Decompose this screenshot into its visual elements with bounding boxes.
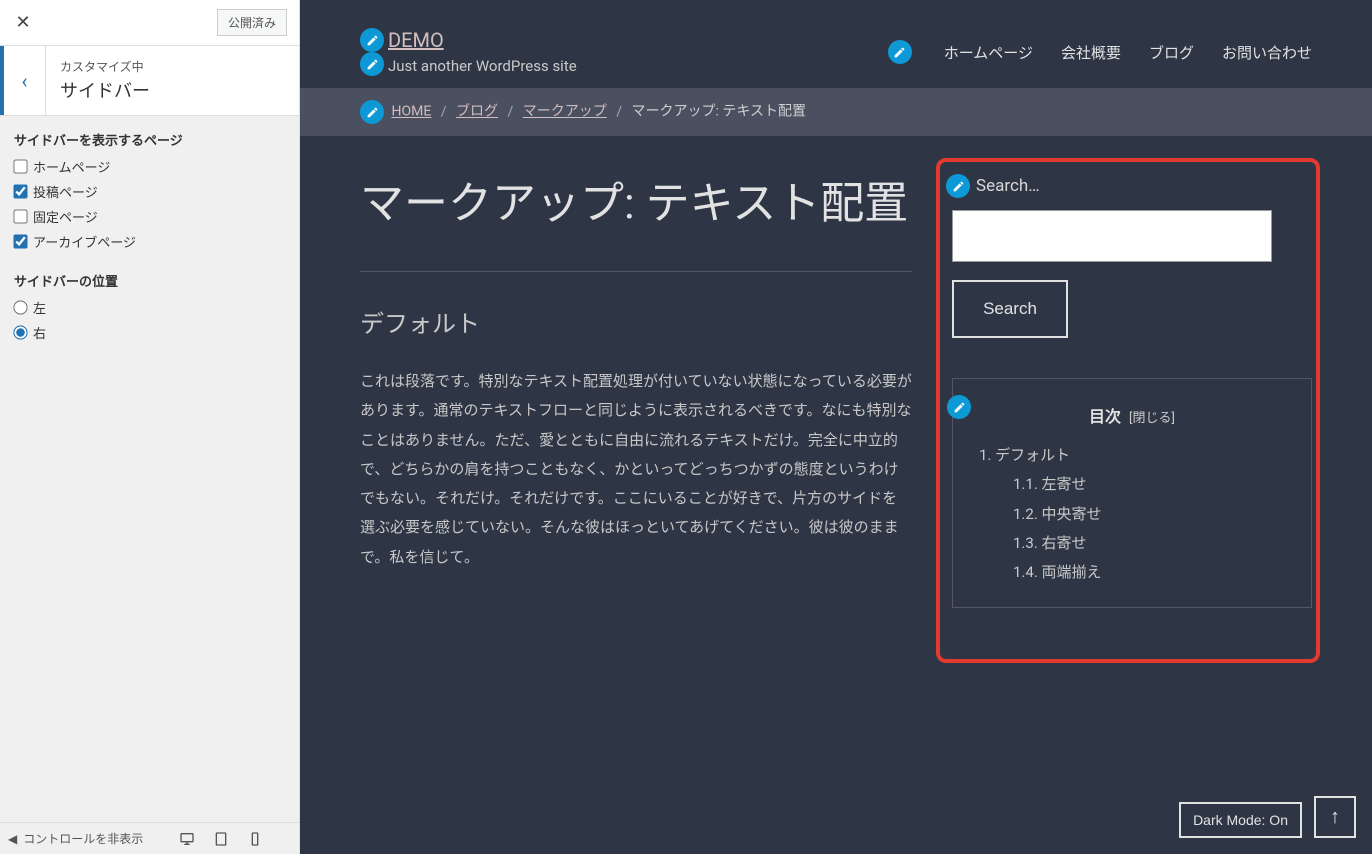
chevron-left-icon: ‹ (21, 69, 27, 93)
toc-item[interactable]: 1.1. 左寄せ (971, 470, 1293, 499)
back-button[interactable]: ‹ (0, 46, 46, 115)
divider (360, 271, 912, 272)
section-subtitle: カスタマイズ中 (60, 58, 285, 75)
pencil-icon (366, 58, 379, 71)
content-area: マークアップ: テキスト配置 デフォルト これは段落です。特別なテキスト配置処理… (300, 136, 1372, 648)
breadcrumb-sep: / (616, 104, 622, 120)
radio-right-input[interactable] (13, 325, 27, 339)
customizer-panel: ✕ 公開済み ‹ カスタマイズ中 サイドバー サイドバーを表示するページ ホーム… (0, 0, 300, 854)
search-button[interactable]: Search (952, 280, 1068, 338)
toc-toggle[interactable]: [閉じる] (1129, 411, 1175, 426)
edit-shortcut-search[interactable] (946, 174, 970, 198)
toc-item[interactable]: 1.4. 両端揃え (971, 558, 1293, 587)
primary-nav: ホームページ 会社概要 ブログ お問い合わせ (888, 40, 1312, 64)
arrow-up-icon: ↑ (1330, 806, 1340, 829)
tablet-icon[interactable] (213, 831, 229, 847)
control-label-position: サイドバーの位置 (14, 271, 285, 290)
nav-blog[interactable]: ブログ (1149, 42, 1194, 63)
radio-left[interactable]: 左 (14, 298, 285, 317)
widget-toc: 目次 [閉じる] 1. デフォルト 1.1. 左寄せ 1.2. 中央寄せ 1.3… (952, 378, 1312, 608)
page-title: マークアップ: テキスト配置 (360, 176, 912, 231)
toc-item[interactable]: 1.2. 中央寄せ (971, 500, 1293, 529)
checkbox-home-label: ホームページ (33, 157, 110, 176)
device-icons (179, 831, 263, 847)
heading-default: デフォルト (360, 304, 912, 339)
widget-search: Search… Search (952, 176, 1312, 338)
site-header: DEMO Just another WordPress site ホームページ … (300, 0, 1372, 88)
edit-shortcut-title[interactable] (360, 28, 384, 52)
main-content: マークアップ: テキスト配置 デフォルト これは段落です。特別なテキスト配置処理… (360, 176, 912, 608)
checkbox-fixed-input[interactable] (13, 209, 27, 223)
checkbox-archive-label: アーカイブページ (33, 232, 136, 251)
checkbox-archive[interactable]: アーカイブページ (14, 232, 285, 251)
hide-controls-label: コントロールを非表示 (23, 830, 143, 847)
search-widget-label: Search… (976, 176, 1040, 196)
breadcrumb-blog[interactable]: ブログ (456, 104, 498, 120)
breadcrumb-home[interactable]: HOME (391, 104, 431, 120)
edit-shortcut-breadcrumb[interactable] (360, 100, 384, 124)
edit-shortcut-tagline[interactable] (360, 52, 384, 76)
customizer-controls: サイドバーを表示するページ ホームページ 投稿ページ 固定ページ アーカイブペー… (0, 116, 299, 376)
customizer-top-bar: ✕ 公開済み (0, 0, 299, 46)
sidebar-widgets: Search… Search 目次 [閉じる] 1. デフォルト 1.1. 左寄… (952, 176, 1312, 608)
pencil-icon (893, 46, 906, 59)
section-title: サイドバー (60, 77, 285, 103)
search-input[interactable] (952, 210, 1272, 262)
breadcrumb-category[interactable]: マークアップ (523, 104, 607, 120)
section-title-wrap: カスタマイズ中 サイドバー (46, 46, 299, 115)
control-group-position: サイドバーの位置 左 右 (14, 271, 285, 342)
breadcrumb-sep: / (508, 104, 514, 120)
nav-home[interactable]: ホームページ (944, 42, 1033, 63)
edit-shortcut-toc[interactable] (947, 395, 971, 419)
dark-mode-toggle[interactable]: Dark Mode: On (1179, 802, 1302, 838)
pencil-icon (952, 180, 965, 193)
checkbox-posts-label: 投稿ページ (33, 182, 98, 201)
mobile-icon[interactable] (247, 831, 263, 847)
radio-right-label: 右 (33, 323, 46, 342)
close-icon: ✕ (15, 12, 30, 33)
breadcrumb: HOME / ブログ / マークアップ / マークアップ: テキスト配置 (300, 88, 1372, 136)
radio-left-input[interactable] (13, 300, 27, 314)
toc-list: 1. デフォルト 1.1. 左寄せ 1.2. 中央寄せ 1.3. 右寄せ 1.4… (971, 441, 1293, 587)
control-group-pages: サイドバーを表示するページ ホームページ 投稿ページ 固定ページ アーカイブペー… (14, 130, 285, 251)
checkbox-home-input[interactable] (13, 159, 27, 173)
site-branding: DEMO Just another WordPress site (360, 28, 577, 76)
section-header: ‹ カスタマイズ中 サイドバー (0, 46, 299, 116)
toc-title: 目次 [閉じる] (971, 403, 1293, 427)
preview-pane: DEMO Just another WordPress site ホームページ … (300, 0, 1372, 854)
chevron-left-circle-icon: ◀ (8, 832, 17, 846)
radio-left-label: 左 (33, 298, 46, 317)
pencil-icon (366, 106, 379, 119)
nav-contact[interactable]: お問い合わせ (1222, 42, 1312, 63)
pencil-icon (953, 401, 966, 414)
breadcrumb-sep: / (441, 104, 447, 120)
breadcrumb-current: マークアップ: テキスト配置 (632, 104, 806, 120)
checkbox-home[interactable]: ホームページ (14, 157, 285, 176)
nav-about[interactable]: 会社概要 (1061, 42, 1121, 63)
checkbox-posts-input[interactable] (13, 184, 27, 198)
toc-item[interactable]: 1. デフォルト (971, 441, 1293, 470)
site-tagline: Just another WordPress site (388, 57, 577, 75)
checkbox-fixed-label: 固定ページ (33, 207, 98, 226)
close-customizer-button[interactable]: ✕ (0, 0, 46, 46)
checkbox-archive-input[interactable] (13, 234, 27, 248)
toc-item[interactable]: 1.3. 右寄せ (971, 529, 1293, 558)
publish-status-button[interactable]: 公開済み (217, 9, 287, 36)
control-label-pages: サイドバーを表示するページ (14, 130, 285, 149)
checkbox-fixed[interactable]: 固定ページ (14, 207, 285, 226)
customizer-footer: ◀ コントロールを非表示 (0, 822, 299, 854)
site-title-link[interactable]: DEMO (388, 28, 444, 52)
pencil-icon (366, 34, 379, 47)
scroll-to-top-button[interactable]: ↑ (1314, 796, 1356, 838)
toc-title-text: 目次 (1089, 407, 1121, 426)
edit-shortcut-nav[interactable] (888, 40, 912, 64)
hide-controls-button[interactable]: ◀ コントロールを非表示 (8, 830, 143, 847)
checkbox-posts[interactable]: 投稿ページ (14, 182, 285, 201)
radio-right[interactable]: 右 (14, 323, 285, 342)
paragraph-default: これは段落です。特別なテキスト配置処理が付いていない状態になっている必要がありま… (360, 367, 912, 572)
desktop-icon[interactable] (179, 831, 195, 847)
